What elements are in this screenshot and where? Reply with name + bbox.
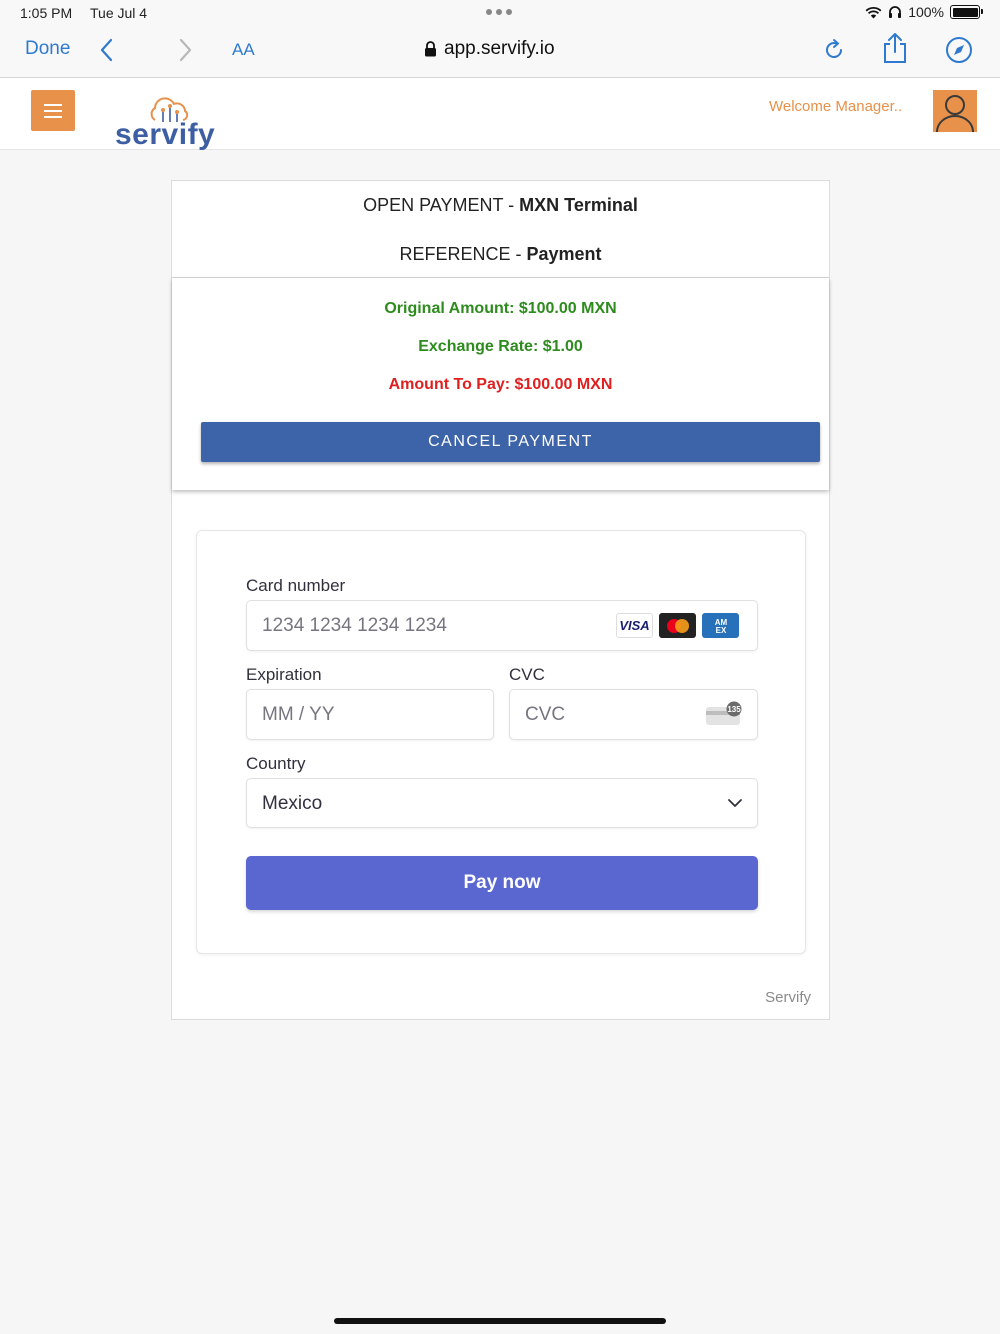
status-date: Tue Jul 4 bbox=[90, 5, 148, 21]
payment-title-prefix: OPEN PAYMENT - bbox=[363, 195, 515, 215]
amount-summary: Original Amount: $100.00 MXN Exchange Ra… bbox=[172, 278, 829, 490]
card-number-label: Card number bbox=[246, 576, 346, 595]
reload-icon[interactable] bbox=[822, 38, 846, 62]
share-icon[interactable] bbox=[882, 32, 908, 64]
card-number-input[interactable]: 1234 1234 1234 1234 VISA AM EX bbox=[246, 600, 758, 651]
card-brands: VISA AM EX bbox=[616, 613, 739, 638]
cancel-payment-button[interactable]: CANCEL PAYMENT bbox=[201, 422, 820, 462]
done-button[interactable]: Done bbox=[25, 38, 70, 60]
mastercard-icon bbox=[659, 613, 696, 638]
amex-icon: AM EX bbox=[702, 613, 739, 638]
servify-logo[interactable]: servify bbox=[115, 96, 225, 154]
multitask-dots-icon[interactable] bbox=[486, 9, 512, 15]
country-select[interactable]: Mexico bbox=[246, 778, 758, 828]
headphones-icon bbox=[889, 6, 902, 18]
reference-prefix: REFERENCE - bbox=[399, 244, 522, 264]
payment-title: OPEN PAYMENT - MXN Terminal bbox=[172, 195, 829, 216]
payment-terminal-name: MXN Terminal bbox=[519, 195, 638, 215]
battery-icon bbox=[950, 5, 983, 19]
expiration-input[interactable]: MM / YY bbox=[246, 689, 494, 740]
cvc-label: CVC bbox=[509, 665, 545, 684]
welcome-text[interactable]: Welcome Manager.. bbox=[769, 98, 902, 115]
address-bar[interactable]: app.servify.io bbox=[424, 38, 555, 60]
lock-icon bbox=[425, 41, 436, 57]
cvc-input[interactable]: CVC 135 bbox=[509, 689, 758, 740]
hamburger-menu-icon[interactable] bbox=[31, 90, 75, 131]
footer-brand: Servify bbox=[765, 989, 811, 1006]
app-header: servify Welcome Manager.. bbox=[0, 78, 1000, 151]
status-indicators: 100% bbox=[865, 4, 983, 20]
text-size-button[interactable]: AA bbox=[232, 40, 255, 60]
country-label: Country bbox=[246, 754, 306, 773]
original-amount: Original Amount: $100.00 MXN bbox=[384, 300, 617, 317]
battery-percent: 100% bbox=[908, 4, 944, 20]
cvc-placeholder: CVC bbox=[525, 704, 566, 725]
cvc-badge-text: 135 bbox=[727, 705, 741, 714]
status-time: 1:05 PM bbox=[20, 5, 73, 21]
svg-text:EX: EX bbox=[715, 626, 726, 635]
home-indicator[interactable] bbox=[334, 1318, 666, 1324]
back-chevron-icon[interactable] bbox=[98, 38, 116, 62]
user-avatar-icon[interactable] bbox=[933, 90, 977, 132]
url-text: app.servify.io bbox=[444, 38, 555, 59]
logo-wordmark: servify bbox=[115, 118, 216, 151]
amount-to-pay: Amount To Pay: $100.00 MXN bbox=[388, 376, 613, 393]
exchange-rate: Exchange Rate: $1.00 bbox=[418, 338, 583, 355]
payment-card: OPEN PAYMENT - MXN Terminal REFERENCE - … bbox=[171, 180, 830, 1020]
expiration-placeholder: MM / YY bbox=[262, 704, 335, 725]
browser-toolbar: Done AA app.servify.io bbox=[0, 26, 1000, 78]
card-number-placeholder: 1234 1234 1234 1234 bbox=[262, 615, 447, 636]
chevron-down-icon bbox=[728, 799, 742, 807]
visa-icon: VISA bbox=[616, 613, 653, 638]
pay-now-button[interactable]: Pay now bbox=[246, 856, 758, 910]
forward-chevron-icon[interactable] bbox=[176, 38, 194, 62]
country-value: Mexico bbox=[262, 793, 323, 814]
status-bar: 1:05 PM Tue Jul 4 100% bbox=[0, 0, 1000, 26]
cvc-card-icon: 135 bbox=[706, 701, 742, 725]
expiration-label: Expiration bbox=[246, 665, 322, 684]
wifi-icon bbox=[865, 6, 882, 18]
reference-value: Payment bbox=[526, 244, 602, 264]
card-payment-form: Card number 1234 1234 1234 1234 VISA AM E… bbox=[196, 530, 806, 954]
compass-icon[interactable] bbox=[945, 36, 973, 64]
payment-reference: REFERENCE - Payment bbox=[172, 244, 829, 265]
